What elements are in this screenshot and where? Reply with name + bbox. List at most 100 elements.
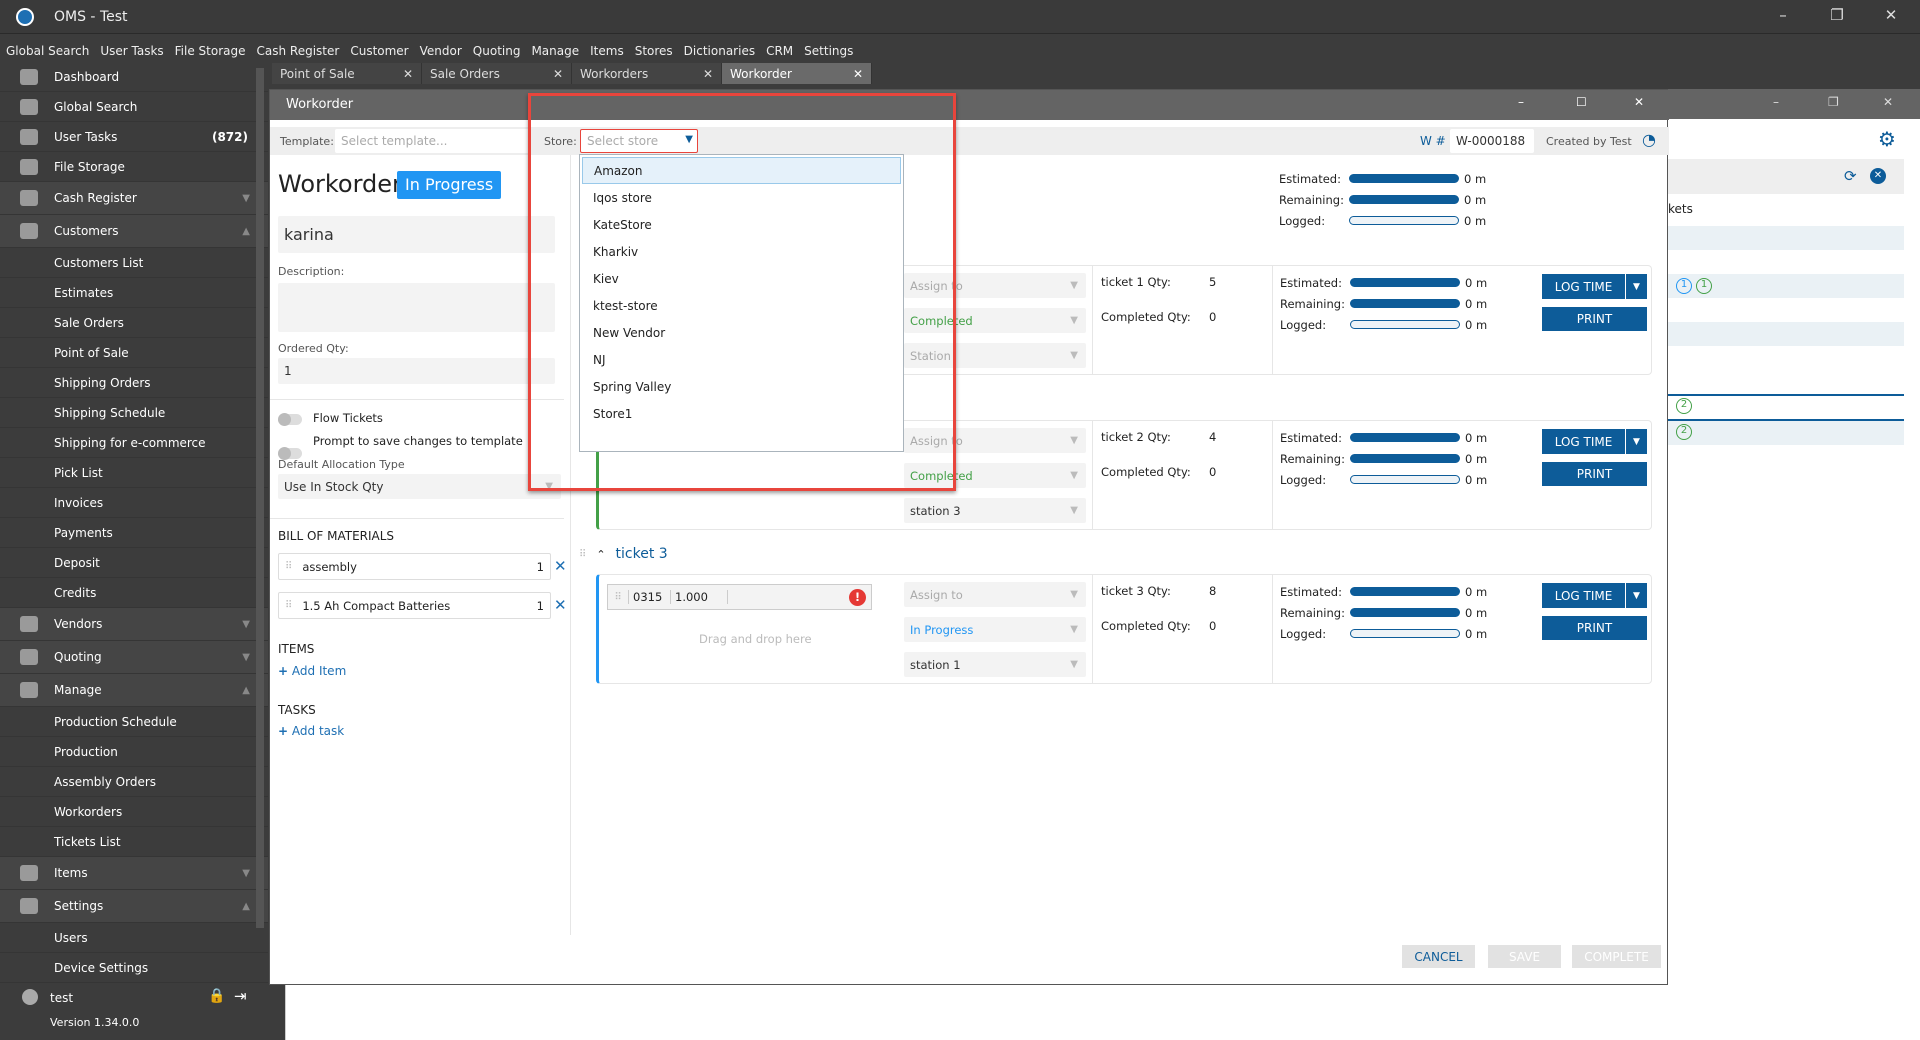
- print-button[interactable]: PRINT: [1542, 307, 1647, 331]
- sidebar-item[interactable]: Invoices: [0, 488, 268, 518]
- close-tab-icon[interactable]: ✕: [553, 67, 563, 81]
- sidebar-item[interactable]: Quoting ▼: [0, 641, 268, 674]
- sidebar-item[interactable]: Tickets List: [0, 827, 268, 857]
- sidebar-item[interactable]: Settings ▲: [0, 890, 268, 923]
- error-icon[interactable]: !: [849, 588, 866, 606]
- menu-item[interactable]: File Storage: [175, 44, 246, 58]
- store-option[interactable]: ktest-store: [580, 292, 903, 319]
- remove-bom-icon[interactable]: ✕: [554, 557, 567, 575]
- drag-handle-icon[interactable]: ⠿: [285, 600, 292, 611]
- station-select[interactable]: station 3: [904, 498, 1086, 523]
- store-dropdown-list[interactable]: Amazon Iqos store KateStore Kharkiv Kiev ktes…: [579, 154, 904, 452]
- sidebar-item[interactable]: Payments: [0, 518, 268, 548]
- log-time-button[interactable]: LOG TIME: [1542, 429, 1625, 454]
- allocation-select[interactable]: Use In Stock Qty: [278, 474, 561, 499]
- drag-handle-icon[interactable]: ⠿: [285, 561, 292, 572]
- refresh-icon[interactable]: ⟳: [1844, 167, 1857, 185]
- sidebar-item[interactable]: Deposit: [0, 548, 268, 578]
- tab[interactable]: Workorder ✕: [722, 63, 872, 84]
- sidebar-scrollbar[interactable]: [256, 68, 264, 928]
- menu-item[interactable]: User Tasks: [100, 44, 163, 58]
- log-time-dropdown-icon[interactable]: ▼: [1625, 583, 1647, 608]
- close-tab-icon[interactable]: ✕: [403, 67, 413, 81]
- sidebar-item[interactable]: Workorders: [0, 797, 268, 827]
- menu-item[interactable]: Customer: [350, 44, 408, 58]
- lock-icon[interactable]: 🔒: [208, 988, 225, 1004]
- menu-item[interactable]: Manage: [531, 44, 579, 58]
- store-option[interactable]: Amazon: [582, 157, 901, 184]
- tab[interactable]: Sale Orders ✕: [422, 63, 572, 84]
- bom-qty[interactable]: 1: [537, 560, 544, 574]
- remove-bom-icon[interactable]: ✕: [554, 596, 567, 614]
- menu-item[interactable]: Global Search: [6, 44, 89, 58]
- item-qty[interactable]: 1.000: [670, 590, 728, 604]
- log-time-dropdown-icon[interactable]: ▼: [1625, 274, 1647, 299]
- sidebar-item[interactable]: Credits: [0, 578, 268, 608]
- ordered-qty-field[interactable]: 1: [278, 358, 555, 384]
- store-option[interactable]: KateStore: [580, 211, 903, 238]
- bg-restore-button[interactable]: ❐: [1828, 95, 1839, 109]
- sidebar-item[interactable]: Production Schedule: [0, 707, 268, 737]
- menu-item[interactable]: Stores: [635, 44, 673, 58]
- station-select[interactable]: station 1: [904, 652, 1086, 677]
- sidebar-item[interactable]: Assembly Orders: [0, 767, 268, 797]
- print-button[interactable]: PRINT: [1542, 462, 1647, 486]
- close-app-button[interactable]: ✕: [1876, 6, 1906, 24]
- bom-qty[interactable]: 1: [537, 599, 544, 613]
- sidebar-item[interactable]: Dashboard: [0, 62, 268, 92]
- sidebar-item[interactable]: Device Settings: [0, 953, 268, 983]
- tab[interactable]: Workorders ✕: [572, 63, 722, 84]
- sidebar-item[interactable]: User Tasks (872): [0, 122, 268, 152]
- sidebar-item[interactable]: Shipping Orders: [0, 368, 268, 398]
- sidebar-item[interactable]: Shipping for e-commerce: [0, 428, 268, 458]
- collapse-chevron-icon[interactable]: ⌃: [596, 548, 605, 561]
- menu-item[interactable]: Vendor: [420, 44, 462, 58]
- complete-button[interactable]: COMPLETE: [1572, 945, 1661, 968]
- sidebar-item[interactable]: Production: [0, 737, 268, 767]
- log-time-dropdown-icon[interactable]: ▼: [1625, 429, 1647, 454]
- store-option[interactable]: New Vendor: [580, 319, 903, 346]
- sidebar-item[interactable]: Items ▼: [0, 857, 268, 890]
- menu-item[interactable]: Quoting: [473, 44, 521, 58]
- close-circle-icon[interactable]: ✕: [1870, 168, 1886, 184]
- sidebar-item[interactable]: Users: [0, 923, 268, 953]
- sidebar-item[interactable]: Global Search: [0, 92, 268, 122]
- wo-close-button[interactable]: ✕: [1634, 95, 1644, 109]
- close-tab-icon[interactable]: ✕: [853, 67, 863, 81]
- cancel-button[interactable]: CANCEL: [1402, 945, 1475, 968]
- log-time-button[interactable]: LOG TIME: [1542, 583, 1625, 608]
- wo-minimize-button[interactable]: –: [1518, 95, 1524, 109]
- logout-icon[interactable]: ⇥: [234, 987, 247, 1005]
- bg-close-button[interactable]: ✕: [1883, 95, 1893, 109]
- status-select[interactable]: In Progress: [904, 617, 1086, 642]
- save-button[interactable]: SAVE: [1488, 945, 1561, 968]
- sidebar-item[interactable]: Cash Register ▼: [0, 182, 268, 215]
- user-history-icon[interactable]: ◔: [1642, 130, 1656, 149]
- sidebar-item[interactable]: Shipping Schedule: [0, 398, 268, 428]
- menu-item[interactable]: Settings: [804, 44, 853, 58]
- ticket-title[interactable]: ticket 3: [616, 546, 668, 562]
- description-field[interactable]: [278, 283, 555, 332]
- menu-item[interactable]: Cash Register: [257, 44, 340, 58]
- gear-icon[interactable]: ⚙: [1878, 127, 1896, 151]
- sidebar-item[interactable]: Sale Orders: [0, 308, 268, 338]
- print-button[interactable]: PRINT: [1542, 616, 1647, 640]
- sidebar-item[interactable]: Vendors ▼: [0, 608, 268, 641]
- restore-button[interactable]: ❐: [1822, 6, 1852, 24]
- drag-handle-icon[interactable]: ⠿: [608, 592, 628, 603]
- add-task-link[interactable]: + Add task: [278, 724, 344, 738]
- sidebar-item[interactable]: Point of Sale: [0, 338, 268, 368]
- template-select[interactable]: Select template...: [335, 129, 530, 153]
- store-option[interactable]: Kharkiv: [580, 238, 903, 265]
- wo-maximize-button[interactable]: ☐: [1576, 95, 1587, 109]
- menu-item[interactable]: Dictionaries: [684, 44, 755, 58]
- store-option[interactable]: Spring Valley: [580, 373, 903, 400]
- log-time-button[interactable]: LOG TIME: [1542, 274, 1625, 299]
- name-field[interactable]: karina: [278, 216, 555, 253]
- store-option[interactable]: Store1: [580, 400, 903, 427]
- menu-item[interactable]: CRM: [766, 44, 793, 58]
- menu-item[interactable]: Items: [590, 44, 624, 58]
- store-option[interactable]: Kiev: [580, 265, 903, 292]
- drag-handle-icon[interactable]: ⠿: [579, 549, 586, 560]
- sidebar-item[interactable]: Estimates: [0, 278, 268, 308]
